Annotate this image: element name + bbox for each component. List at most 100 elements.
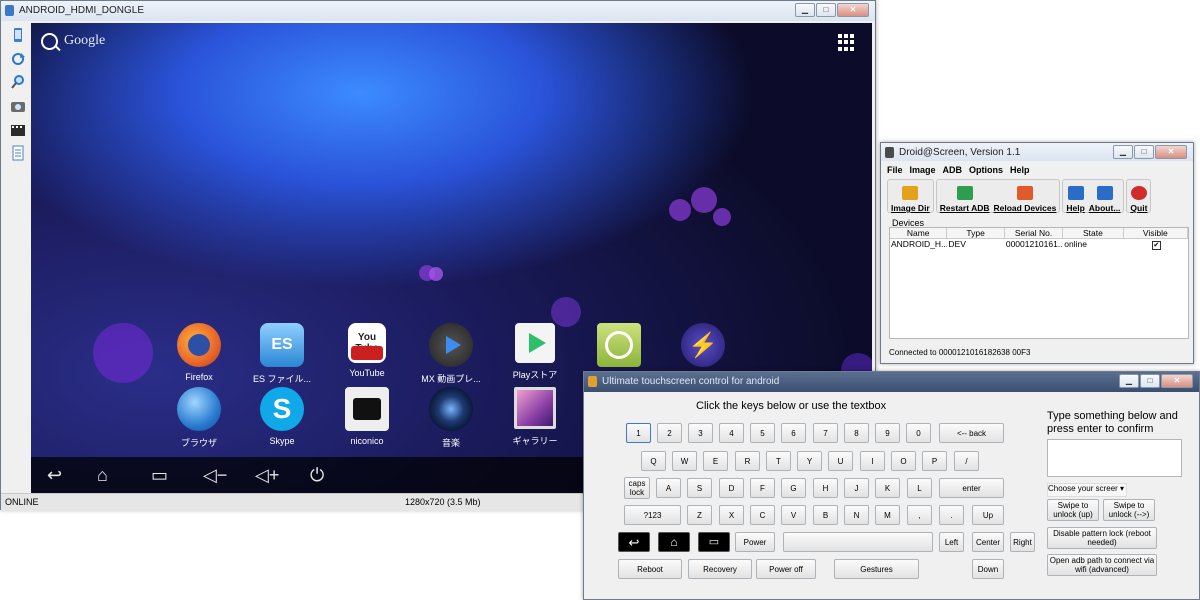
key-z[interactable]: Z (687, 505, 712, 525)
minimize-button[interactable]: ▁ (1113, 145, 1133, 159)
key-v[interactable]: V (781, 505, 806, 525)
swipe-up-button[interactable]: Swipe to unlock (up) (1047, 499, 1099, 521)
app-music[interactable]: 音楽 (413, 387, 489, 449)
close-button[interactable]: ✕ (837, 3, 869, 17)
key-comma[interactable]: , (907, 505, 932, 525)
key-g[interactable]: G (781, 478, 806, 498)
app-gallery[interactable]: ギャラリー (497, 387, 573, 447)
caps-lock-key[interactable]: caps lock (624, 477, 650, 499)
key-i[interactable]: I (860, 451, 885, 471)
key-8[interactable]: 8 (844, 423, 869, 443)
key-m[interactable]: M (875, 505, 900, 525)
symbols-key[interactable]: ?123 (624, 505, 681, 525)
menu-help[interactable]: Help (1010, 165, 1030, 175)
app-play-store[interactable]: Playストア (497, 323, 573, 381)
app-mx-player[interactable]: MX 動画プレ... (413, 323, 489, 385)
home-icon[interactable]: ⌂ (97, 465, 108, 485)
video-icon[interactable] (10, 122, 26, 138)
android-home-key[interactable]: ⌂ (658, 532, 690, 552)
app-skype[interactable]: S Skype (244, 387, 320, 446)
search-icon[interactable] (41, 33, 58, 50)
maximize-button[interactable]: □ (1140, 374, 1160, 388)
close-button[interactable]: ✕ (1161, 374, 1193, 388)
about-button[interactable]: About... (1087, 181, 1123, 213)
key-9[interactable]: 9 (875, 423, 900, 443)
center-key[interactable]: Center (972, 532, 1004, 552)
key-h[interactable]: H (813, 478, 838, 498)
key-y[interactable]: Y (797, 451, 822, 471)
volume-up-icon[interactable]: ◁+ (255, 465, 279, 485)
key-0[interactable]: 0 (906, 423, 931, 443)
key-6[interactable]: 6 (781, 423, 806, 443)
key-l[interactable]: L (907, 478, 932, 498)
quit-button[interactable]: Quit (1128, 181, 1149, 213)
app-firefox[interactable]: Firefox (161, 323, 237, 382)
key-4[interactable]: 4 (719, 423, 744, 443)
app-niconico[interactable]: niconico (329, 387, 405, 446)
menu-adb[interactable]: ADB (943, 165, 963, 175)
key-t[interactable]: T (766, 451, 791, 471)
back-key[interactable]: <-- back (939, 423, 1004, 443)
key-5[interactable]: 5 (750, 423, 775, 443)
android-recent-key[interactable]: ▭ (698, 532, 730, 552)
app-youtube[interactable]: You Tube YouTube (329, 323, 405, 378)
key-n[interactable]: N (844, 505, 869, 525)
menu-options[interactable]: Options (969, 165, 1003, 175)
minimize-button[interactable]: ▁ (1119, 374, 1139, 388)
key-a[interactable]: A (656, 478, 681, 498)
google-search-label[interactable]: Google (64, 33, 105, 49)
back-icon[interactable]: ↩ (47, 465, 62, 485)
key-b[interactable]: B (813, 505, 838, 525)
enter-key[interactable]: enter (939, 478, 1004, 498)
key-j[interactable]: J (844, 478, 869, 498)
key-7[interactable]: 7 (813, 423, 838, 443)
key-2[interactable]: 2 (657, 423, 682, 443)
space-key[interactable] (783, 532, 933, 552)
key-period[interactable]: . (939, 505, 964, 525)
recovery-button[interactable]: Recovery (688, 559, 752, 579)
phone-icon[interactable] (10, 27, 26, 43)
key-u[interactable]: U (828, 451, 853, 471)
maximize-button[interactable]: □ (1134, 145, 1154, 159)
reload-devices-button[interactable]: Reload Devices (992, 181, 1059, 213)
key-r[interactable]: R (735, 451, 760, 471)
screen-select[interactable]: Choose your screer ▾ (1047, 483, 1127, 497)
key-x[interactable]: X (719, 505, 744, 525)
key-w[interactable]: W (672, 451, 697, 471)
minimize-button[interactable]: ▁ (795, 3, 815, 17)
title-bar[interactable]: Ultimate touchscreen control for android… (584, 372, 1199, 392)
visible-checkbox[interactable]: ✔ (1151, 241, 1161, 250)
zoom-icon[interactable] (10, 74, 26, 90)
menu-file[interactable]: File (887, 165, 903, 175)
document-icon[interactable] (10, 145, 26, 161)
key-k[interactable]: K (875, 478, 900, 498)
power-icon[interactable]: ⏻ (310, 465, 324, 485)
key-d[interactable]: D (719, 478, 744, 498)
key-p[interactable]: P (922, 451, 947, 471)
help-button[interactable]: Help (1064, 181, 1086, 213)
volume-down-icon[interactable]: ◁− (203, 465, 227, 485)
refresh-icon[interactable] (10, 51, 26, 67)
table-row[interactable]: ANDROID_H... DEV 00001210161... online ✔ (890, 239, 1188, 250)
left-key[interactable]: Left (939, 532, 964, 552)
power-off-button[interactable]: Power off (756, 559, 816, 579)
key-s[interactable]: S (687, 478, 712, 498)
reboot-button[interactable]: Reboot (618, 559, 682, 579)
disable-pattern-lock-button[interactable]: Disable pattern lock (reboot needed) (1047, 527, 1157, 549)
screenshot-icon[interactable] (10, 98, 26, 114)
menu-image[interactable]: Image (910, 165, 936, 175)
app-browser[interactable]: ブラウザ (161, 387, 237, 449)
app-market[interactable] (581, 323, 657, 372)
app-es-file[interactable]: ES ES ファイル... (244, 323, 320, 385)
up-key[interactable]: Up (972, 505, 1004, 525)
app-flash[interactable]: ⚡ (665, 323, 741, 372)
swipe-right-button[interactable]: Swipe to unlock (-->) (1103, 499, 1155, 521)
key-slash[interactable]: / (954, 451, 979, 471)
key-e[interactable]: E (703, 451, 728, 471)
key-1[interactable]: 1 (626, 423, 651, 443)
key-3[interactable]: 3 (688, 423, 713, 443)
image-dir-button[interactable]: Image Dir (889, 181, 932, 213)
text-input[interactable] (1047, 439, 1182, 477)
title-bar[interactable]: ANDROID_HDMI_DONGLE ▁ □ ✕ (1, 1, 875, 21)
recent-apps-icon[interactable]: ▭ (151, 465, 168, 485)
